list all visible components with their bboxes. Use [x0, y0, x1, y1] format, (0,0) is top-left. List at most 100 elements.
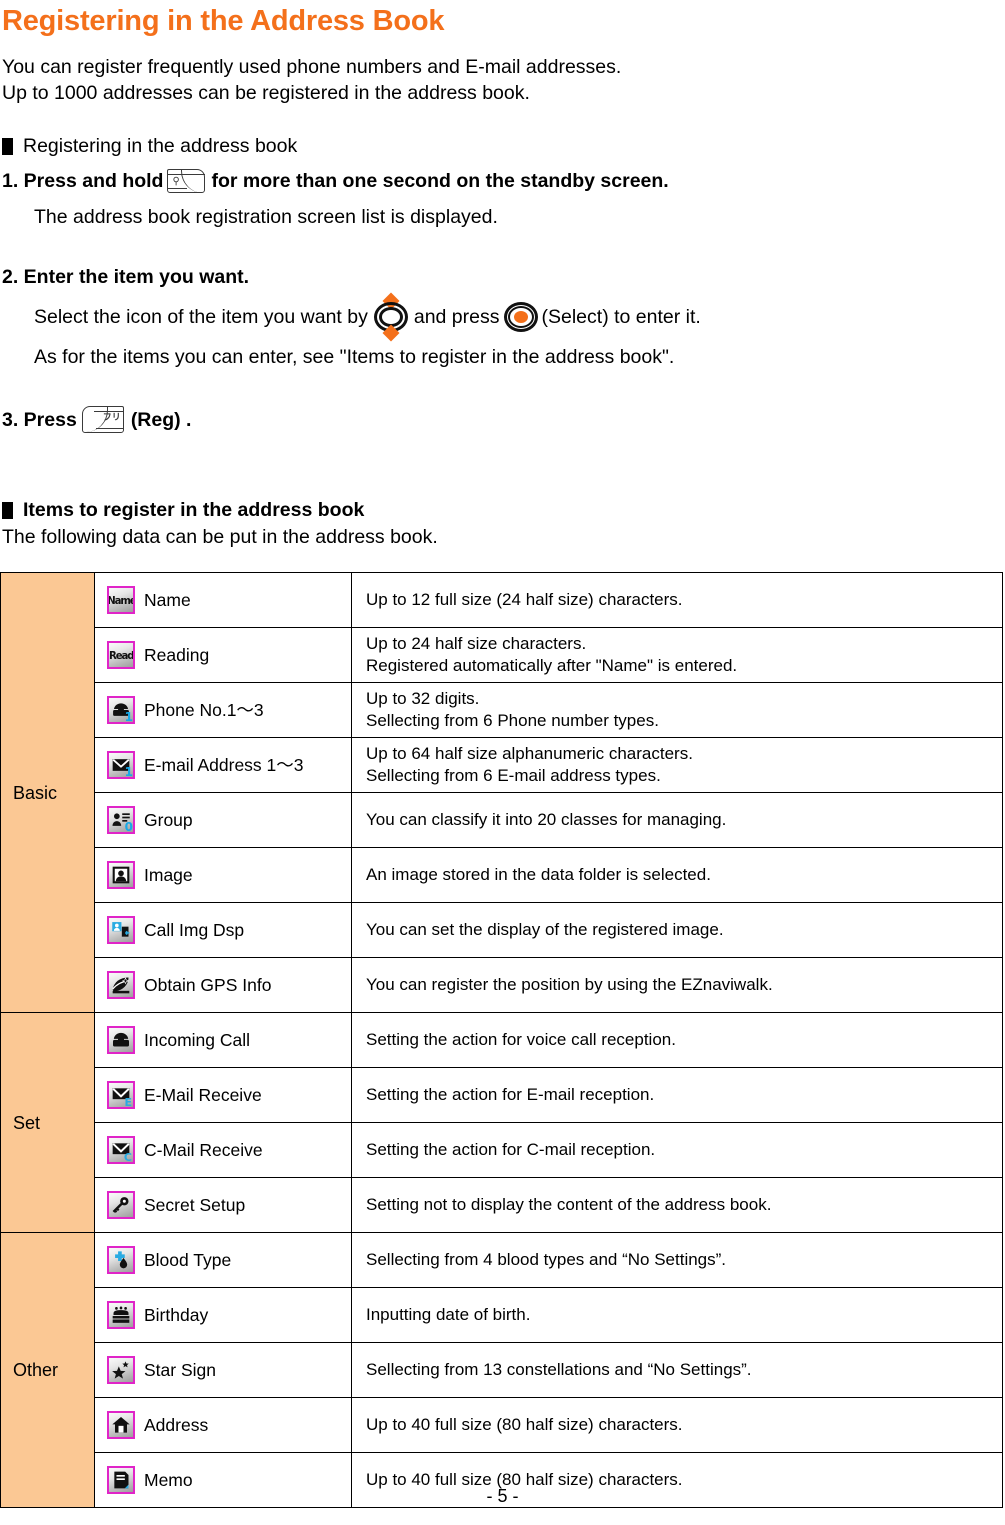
step-2-note-1c: (Select) to enter it.	[541, 306, 701, 328]
category-cell-other: Other	[0, 1232, 95, 1508]
icon-badge-number: 1	[124, 765, 133, 779]
description-cell: Inputting date of birth.	[351, 1287, 1003, 1343]
table-row: Read Reading Up to 24 half size characters…	[1, 627, 1003, 683]
item-label: E-Mail Receive	[144, 1085, 262, 1105]
step-3: 3. Press フリ (Reg) .	[0, 396, 1005, 436]
description-line: Setting the action for C-mail reception.	[366, 1140, 656, 1159]
description-cell: Setting the action for voice call recept…	[351, 1012, 1003, 1068]
category-cell-basic: Basic	[0, 572, 95, 1013]
page-title: Registering in the Address Book	[2, 5, 445, 37]
step-2-heading: 2. Enter the item you want.	[2, 266, 250, 288]
select-key-icon	[503, 300, 538, 334]
envelope-icon: 1	[107, 751, 135, 779]
item-cell: Secret Setup	[94, 1177, 352, 1233]
icon-badge-letter: C	[123, 1151, 132, 1164]
section-heading-registering-label: Registering in the address book	[23, 135, 298, 157]
description-cell: Sellecting from 13 constellations and “N…	[351, 1342, 1003, 1398]
navigation-key-icon	[372, 292, 410, 342]
birthday-cake-icon	[107, 1301, 135, 1329]
item-cell: 1 Phone No.1～3	[94, 682, 352, 738]
item-cell: 1 E-mail Address 1～3	[94, 737, 352, 793]
step-1-note: The address book registration screen lis…	[34, 206, 498, 228]
item-label: Phone No.1～3	[144, 700, 264, 720]
section-2-lead-text: The following data can be put in the add…	[2, 526, 438, 548]
description-cell: Setting the action for E-mail reception.	[351, 1067, 1003, 1123]
item-cell: Call Img Dsp	[94, 902, 352, 958]
item-label: Star Sign	[144, 1360, 216, 1380]
description-cell: You can set the display of the registere…	[351, 902, 1003, 958]
description-line: Inputting date of birth.	[366, 1305, 531, 1324]
description-line: Sellecting from 4 blood types and “No Se…	[366, 1250, 727, 1269]
description-line: Sellecting from 13 constellations and “N…	[366, 1360, 752, 1379]
item-label: E-mail Address 1～3	[144, 755, 304, 775]
section-heading-registering: Registering in the address book	[0, 106, 1005, 158]
description-line: You can register the position by using t…	[366, 975, 773, 994]
gps-location-icon	[107, 971, 135, 999]
cmail-receive-icon: C	[107, 1136, 135, 1164]
reg-soft-key-icon: フリ	[81, 404, 126, 436]
section-2-lead: The following data can be put in the add…	[0, 522, 1005, 550]
icon-badge-number: 1	[124, 710, 133, 724]
description-cell: Up to 32 digits. Sellecting from 6 Phone …	[351, 682, 1003, 738]
icon-badge-letter: E	[124, 1096, 132, 1109]
description-line: You can set the display of the registere…	[366, 920, 724, 939]
table-row: Other Blood Type Sellecting from 4 blood t…	[0, 1232, 1003, 1508]
group-person-list-icon: 0	[107, 806, 135, 834]
item-label: Name	[144, 590, 191, 610]
document-page: Registering in the Address Book You can …	[0, 0, 1005, 1525]
description-line: Sellecting from 6 E-mail address types.	[366, 766, 661, 785]
description-cell: Sellecting from 4 blood types and “No Se…	[351, 1232, 1003, 1288]
item-cell: Birthday	[94, 1287, 352, 1343]
section-heading-items-label: Items to register in the address book	[23, 499, 365, 521]
intro-line-2: Up to 1000 addresses can be registered i…	[2, 82, 530, 104]
address-book-key-icon: ⚲	[167, 166, 207, 196]
item-cell: 0 Group	[94, 792, 352, 848]
intro-paragraph: You can register frequently used phone n…	[0, 38, 1005, 106]
description-line: You can classify it into 20 classes for …	[366, 810, 727, 829]
table-row: 1 E-mail Address 1～3 Up to 64 half size al…	[1, 737, 1003, 793]
item-cell: Obtain GPS Info	[94, 957, 352, 1013]
description-line: Sellecting from 6 Phone number types.	[366, 711, 659, 730]
name-text-icon: Name	[107, 586, 135, 614]
page-footer: - 5 -	[0, 1486, 1005, 1507]
step-3-suffix: (Reg) .	[130, 409, 192, 431]
description-cell: Up to 64 half size alphanumeric characte…	[351, 737, 1003, 793]
step-2-note-2: As for the items you can enter, see "Ite…	[34, 346, 675, 368]
item-label: Blood Type	[144, 1250, 232, 1270]
description-line: Up to 32 digits.	[366, 689, 480, 708]
description-cell: You can classify it into 20 classes for …	[351, 792, 1003, 848]
description-line: Setting not to display the content of th…	[366, 1195, 772, 1214]
table-row: Obtain GPS Info You can register the posi…	[1, 957, 1003, 1013]
category-cell-set: Set	[0, 1012, 95, 1233]
table-row: E E-Mail Receive Setting the action for E-…	[1, 1067, 1003, 1123]
incoming-call-icon	[107, 1026, 135, 1054]
item-label: Birthday	[144, 1305, 209, 1325]
item-label: Incoming Call	[144, 1030, 251, 1050]
item-cell: Blood Type	[94, 1232, 352, 1288]
item-label: Group	[144, 810, 193, 830]
step-2-note-1b: and press	[413, 306, 500, 328]
section-heading-items: Items to register in the address book	[0, 470, 1005, 522]
table-row: Set Incoming Call Setting the action for v…	[0, 1012, 1003, 1233]
description-cell: Setting not to display the content of th…	[351, 1177, 1003, 1233]
item-cell: E E-Mail Receive	[94, 1067, 352, 1123]
description-cell: Up to 12 full size (24 half size) charac…	[351, 572, 1003, 628]
call-image-display-icon	[107, 916, 135, 944]
item-label: Reading	[144, 645, 210, 665]
table-row: 0 Group You can classify it into 20 classe…	[1, 792, 1003, 848]
blood-drop-icon	[107, 1246, 135, 1274]
items-table: Basic Name Name Up to 12 full size (24 half…	[0, 572, 1003, 1508]
key-secret-icon	[107, 1191, 135, 1219]
home-address-icon	[107, 1411, 135, 1439]
description-cell: You can register the position by using t…	[351, 957, 1003, 1013]
page-number: - 5 -	[486, 1486, 519, 1506]
item-cell: Star Sign	[94, 1342, 352, 1398]
table-row: Address Up to 40 full size (80 half size)…	[1, 1397, 1003, 1453]
description-cell: Setting the action for C-mail reception.	[351, 1122, 1003, 1178]
item-cell: Name Name	[94, 572, 352, 628]
table-row: Image An image stored in the data folder …	[1, 847, 1003, 903]
item-label: C-Mail Receive	[144, 1140, 263, 1160]
email-receive-icon: E	[107, 1081, 135, 1109]
description-line: Up to 24 half size characters.	[366, 634, 587, 653]
step-1: 1. Press and hold ⚲ for more than one se…	[0, 158, 1005, 196]
